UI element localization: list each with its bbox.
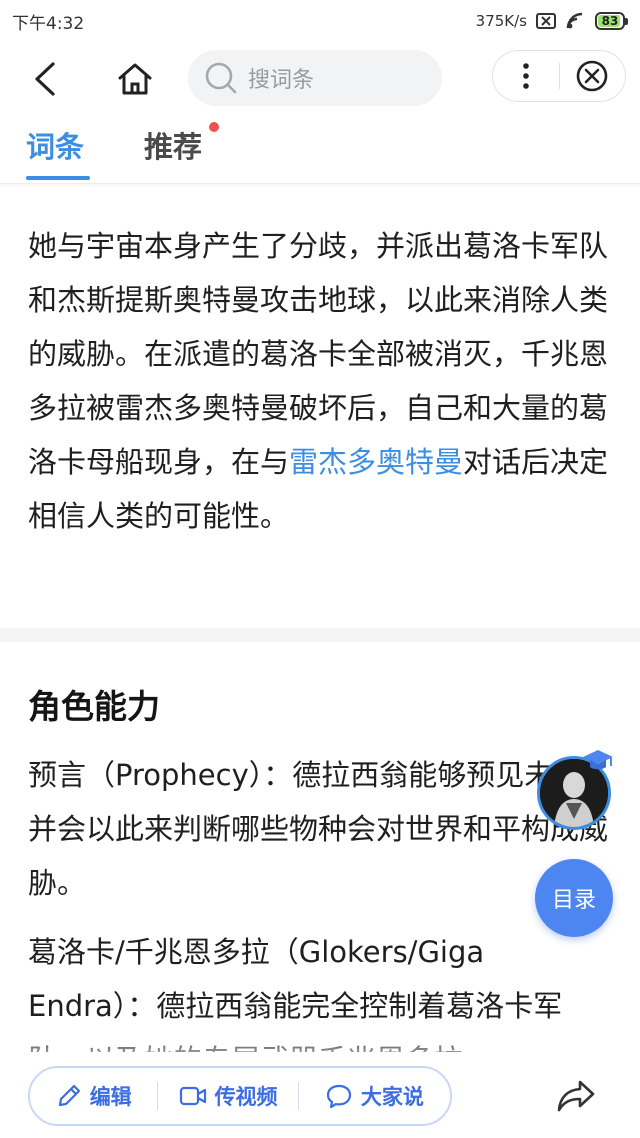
- close-icon: [576, 60, 608, 92]
- search-placeholder: 搜词条: [248, 68, 315, 93]
- close-button[interactable]: [560, 51, 626, 101]
- notification-dot: [209, 122, 219, 132]
- chat-icon: [326, 1084, 351, 1109]
- status-bar: 下午4:32 375K/s 83: [0, 0, 640, 42]
- home-icon: [118, 63, 152, 95]
- talk-label: 大家说: [360, 1085, 424, 1109]
- bottom-action-bar: 编辑 传视频 大家说: [0, 1052, 640, 1138]
- network-speed: 375K/s: [475, 12, 527, 30]
- paragraph-intro-text: 她与宇宙本身产生了分歧，并派出葛洛卡军队和杰斯提斯奥特曼攻击地球，以此来消除人类…: [28, 229, 609, 479]
- back-button[interactable]: [22, 56, 68, 102]
- mini-program-capsule: [492, 50, 626, 102]
- video-label: 传视频: [214, 1085, 278, 1109]
- edit-button[interactable]: 编辑: [30, 1068, 157, 1124]
- status-icons: 375K/s 83: [476, 12, 628, 30]
- pencil-icon: [58, 1084, 80, 1107]
- ability-prophecy: 预言（Prophecy）：德拉西翁能够预见未来，并会以此来判断哪些物种会对世界和…: [28, 758, 612, 900]
- share-icon: [557, 1080, 595, 1112]
- paragraph-intro: 她与宇宙本身产生了分歧，并派出葛洛卡军队和杰斯提斯奥特曼攻击地球，以此来消除人类…: [28, 219, 612, 543]
- back-icon: [35, 62, 55, 96]
- section-divider: [0, 628, 640, 642]
- wifi-icon: [565, 12, 587, 30]
- search-icon: [205, 62, 237, 94]
- edit-label: 编辑: [89, 1085, 132, 1109]
- graduation-cap-icon: [583, 750, 613, 770]
- tab-recommend[interactable]: 推荐: [144, 124, 202, 166]
- section-title: 角色能力: [28, 687, 160, 726]
- upload-video-button[interactable]: 传视频: [158, 1068, 297, 1124]
- status-time: 下午4:32: [12, 13, 85, 34]
- more-icon: [522, 63, 529, 89]
- active-tab-indicator: [26, 176, 90, 180]
- tab-bar: 词条 推荐: [0, 116, 640, 184]
- battery-level: 83: [601, 14, 619, 28]
- action-pill: 编辑 传视频 大家说: [28, 1066, 452, 1126]
- home-button[interactable]: [110, 56, 160, 102]
- more-button[interactable]: [493, 51, 559, 101]
- share-button[interactable]: [552, 1072, 600, 1120]
- tab-entry[interactable]: 词条: [26, 124, 84, 166]
- no-sim-icon: [535, 12, 557, 30]
- video-icon: [179, 1086, 206, 1106]
- battery-indicator: 83: [595, 12, 628, 30]
- assistant-avatar[interactable]: [537, 748, 615, 830]
- search-input[interactable]: 搜词条: [188, 50, 442, 106]
- discussion-button[interactable]: 大家说: [299, 1068, 450, 1124]
- reggie-ultraman-link[interactable]: 雷杰多奥特曼: [289, 445, 463, 479]
- top-nav: 搜词条: [0, 48, 640, 108]
- table-of-contents-button[interactable]: 目录: [535, 859, 613, 937]
